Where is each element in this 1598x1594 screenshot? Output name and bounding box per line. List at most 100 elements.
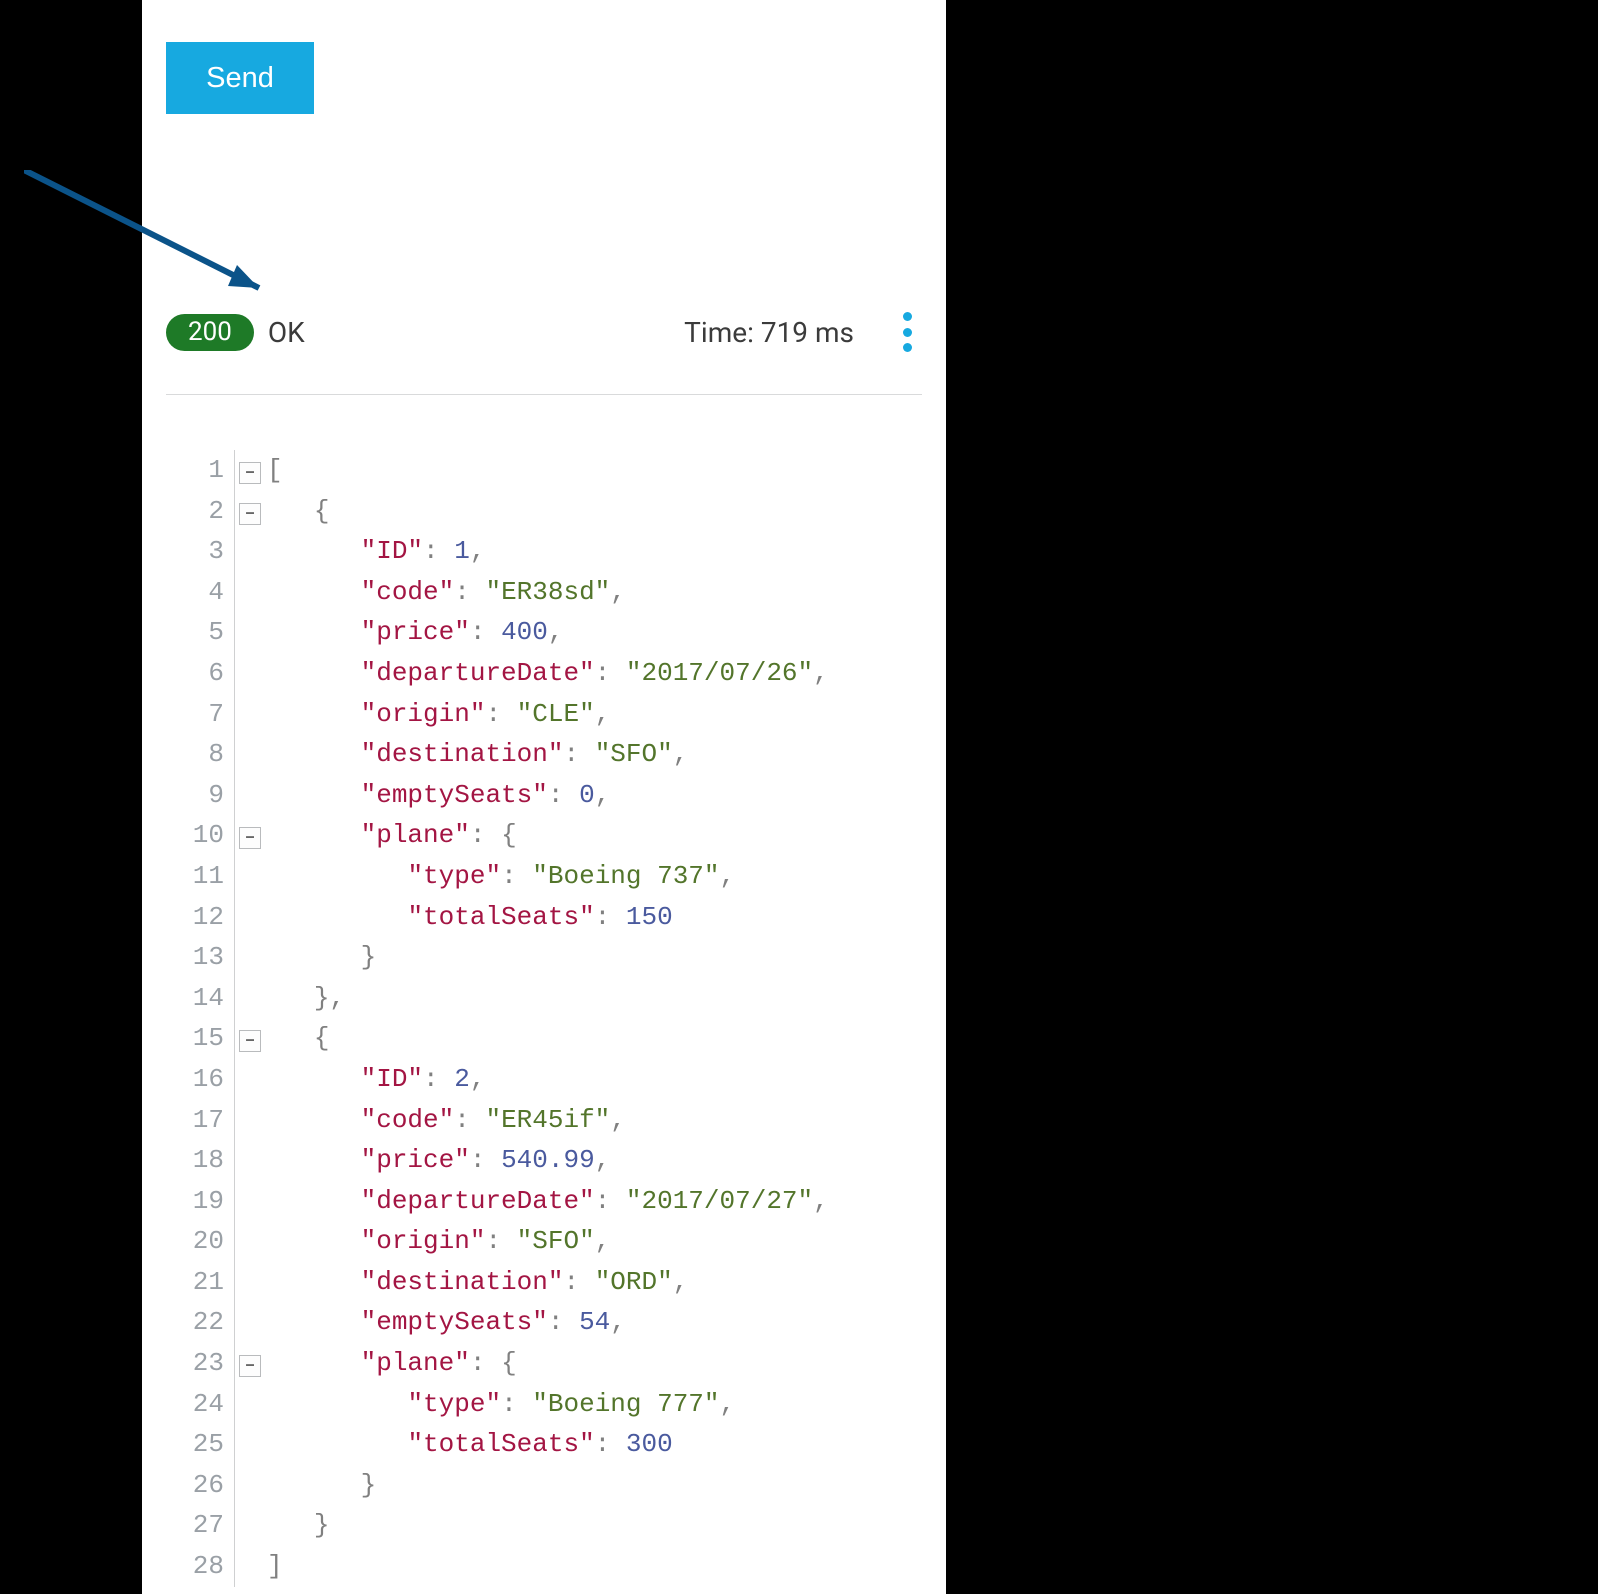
fold-collapse-icon[interactable]: –	[239, 1030, 261, 1052]
code-content: "plane": {	[261, 815, 517, 856]
line-number: 26	[166, 1465, 234, 1506]
fold-gutter: –	[235, 491, 261, 532]
code-line: 23– "plane": {	[166, 1343, 922, 1384]
fold-gutter: –	[235, 1018, 261, 1059]
line-number: 13	[166, 937, 234, 978]
line-number: 8	[166, 734, 234, 775]
code-content: "totalSeats": 300	[261, 1424, 673, 1465]
gutter-line	[234, 1384, 235, 1425]
line-number: 17	[166, 1100, 234, 1141]
code-content: },	[261, 978, 345, 1019]
code-content: "ID": 2,	[261, 1059, 485, 1100]
code-line: 16 "ID": 2,	[166, 1059, 922, 1100]
fold-collapse-icon[interactable]: –	[239, 462, 261, 484]
line-number: 1	[166, 450, 234, 491]
code-line: 1–[	[166, 450, 922, 491]
line-number: 19	[166, 1181, 234, 1222]
fold-collapse-icon[interactable]: –	[239, 503, 261, 525]
gutter-line	[234, 1221, 235, 1262]
code-line: 21 "destination": "ORD",	[166, 1262, 922, 1303]
line-number: 4	[166, 572, 234, 613]
code-line: 10– "plane": {	[166, 815, 922, 856]
code-line: 11 "type": "Boeing 737",	[166, 856, 922, 897]
code-content: "plane": {	[261, 1343, 517, 1384]
code-line: 5 "price": 400,	[166, 612, 922, 653]
code-content: "emptySeats": 54,	[261, 1302, 626, 1343]
response-panel: Send 200 OK Time: 719 ms 1–[2– {3 "ID": …	[142, 0, 946, 1594]
code-content: {	[261, 491, 329, 532]
line-number: 28	[166, 1546, 234, 1587]
line-number: 6	[166, 653, 234, 694]
response-body-viewer[interactable]: 1–[2– {3 "ID": 1,4 "code": "ER38sd",5 "p…	[166, 450, 922, 1587]
line-number: 21	[166, 1262, 234, 1303]
response-time: Time: 719 ms	[684, 316, 854, 349]
code-line: 25 "totalSeats": 300	[166, 1424, 922, 1465]
line-number: 10	[166, 815, 234, 856]
code-line: 20 "origin": "SFO",	[166, 1221, 922, 1262]
fold-collapse-icon[interactable]: –	[239, 1355, 261, 1377]
line-number: 3	[166, 531, 234, 572]
code-content: "price": 400,	[261, 612, 563, 653]
fold-collapse-icon[interactable]: –	[239, 827, 261, 849]
line-number: 15	[166, 1018, 234, 1059]
line-number: 9	[166, 775, 234, 816]
code-content: "type": "Boeing 737",	[261, 856, 735, 897]
status-row: 200 OK Time: 719 ms	[166, 302, 922, 362]
code-line: 6 "departureDate": "2017/07/26",	[166, 653, 922, 694]
code-content: "type": "Boeing 777",	[261, 1384, 735, 1425]
line-number: 5	[166, 612, 234, 653]
gutter-line	[234, 978, 235, 1019]
code-content: }	[261, 1505, 329, 1546]
more-options-icon[interactable]	[892, 312, 922, 352]
code-content: "departureDate": "2017/07/26",	[261, 653, 829, 694]
gutter-line	[234, 937, 235, 978]
gutter-line	[234, 1262, 235, 1303]
code-content: "code": "ER45if",	[261, 1100, 626, 1141]
code-line: 2– {	[166, 491, 922, 532]
code-content: }	[261, 1465, 376, 1506]
code-line: 9 "emptySeats": 0,	[166, 775, 922, 816]
code-line: 18 "price": 540.99,	[166, 1140, 922, 1181]
line-number: 25	[166, 1424, 234, 1465]
code-line: 3 "ID": 1,	[166, 531, 922, 572]
gutter-line	[234, 856, 235, 897]
code-line: 28]	[166, 1546, 922, 1587]
code-content: [	[261, 450, 283, 491]
line-number: 24	[166, 1384, 234, 1425]
code-line: 8 "destination": "SFO",	[166, 734, 922, 775]
line-number: 18	[166, 1140, 234, 1181]
divider	[166, 394, 922, 395]
gutter-line	[234, 734, 235, 775]
fold-gutter: –	[235, 815, 261, 856]
code-line: 17 "code": "ER45if",	[166, 1100, 922, 1141]
code-content: {	[261, 1018, 329, 1059]
code-line: 14 },	[166, 978, 922, 1019]
gutter-line	[234, 775, 235, 816]
gutter-line	[234, 1424, 235, 1465]
gutter-line	[234, 1546, 235, 1587]
code-line: 26 }	[166, 1465, 922, 1506]
code-content: "departureDate": "2017/07/27",	[261, 1181, 829, 1222]
gutter-line	[234, 653, 235, 694]
code-line: 22 "emptySeats": 54,	[166, 1302, 922, 1343]
code-content: "totalSeats": 150	[261, 897, 673, 938]
line-number: 16	[166, 1059, 234, 1100]
time-value: 719 ms	[761, 316, 854, 349]
code-line: 7 "origin": "CLE",	[166, 694, 922, 735]
send-button[interactable]: Send	[166, 42, 314, 114]
line-number: 22	[166, 1302, 234, 1343]
code-line: 19 "departureDate": "2017/07/27",	[166, 1181, 922, 1222]
line-number: 2	[166, 491, 234, 532]
code-content: "price": 540.99,	[261, 1140, 610, 1181]
fold-gutter: –	[235, 450, 261, 491]
code-line: 4 "code": "ER38sd",	[166, 572, 922, 613]
code-line: 13 }	[166, 937, 922, 978]
line-number: 20	[166, 1221, 234, 1262]
gutter-line	[234, 1140, 235, 1181]
gutter-line	[234, 897, 235, 938]
status-code-badge: 200	[166, 314, 254, 351]
time-label: Time:	[684, 316, 761, 349]
code-content: "destination": "SFO",	[261, 734, 688, 775]
code-line: 15– {	[166, 1018, 922, 1059]
line-number: 11	[166, 856, 234, 897]
